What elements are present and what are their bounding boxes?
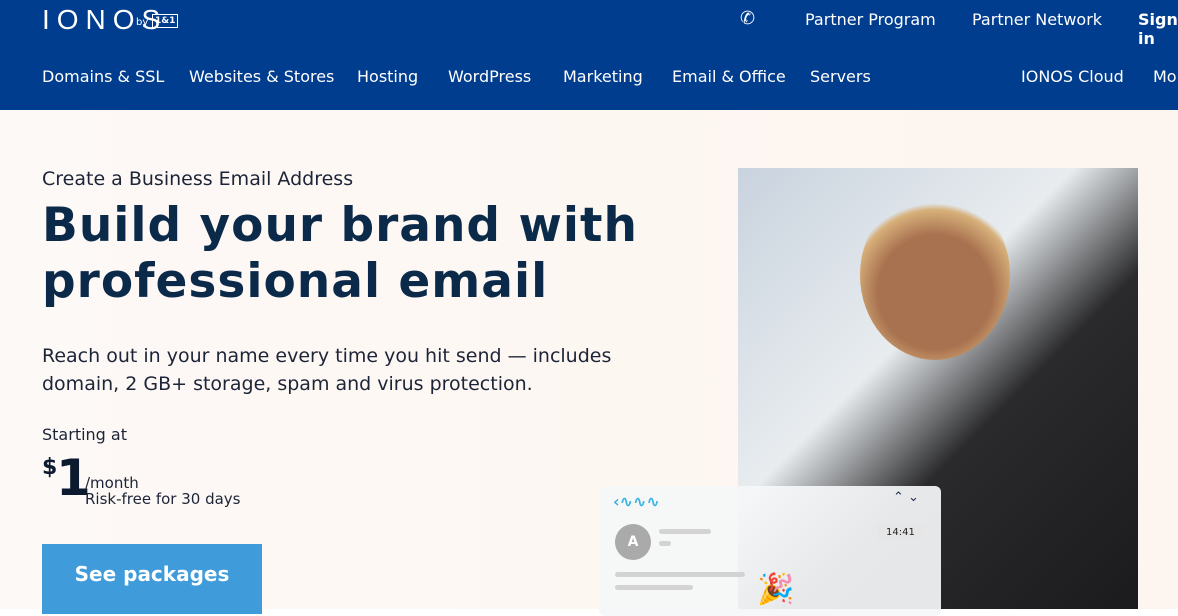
nav-hosting[interactable]: Hosting — [357, 67, 418, 86]
back-wave-icon: ‹∿∿∿ — [613, 492, 660, 511]
email-mockup-card: ‹∿∿∿ ⌃ ⌄ A 14:41 🎉 — [599, 486, 941, 616]
partner-network-link[interactable]: Partner Network — [972, 10, 1102, 29]
risk-free: Risk-free for 30 days — [85, 490, 241, 508]
nav-domains[interactable]: Domains & SSL — [42, 67, 164, 86]
nav-email-office[interactable]: Email & Office — [672, 67, 786, 86]
header: IONOS by 1&1 ✆ Partner Program Partner N… — [0, 0, 1178, 110]
nav-ionos-cloud[interactable]: IONOS Cloud — [1021, 67, 1124, 86]
party-popper-icon: 🎉 — [757, 572, 795, 607]
hero-photo-person — [860, 190, 1010, 360]
hero-title: Build your brand with professional email — [42, 198, 638, 309]
starting-at: Starting at — [42, 425, 127, 444]
see-packages-button[interactable]: See packages — [42, 544, 262, 614]
nav-more[interactable]: More — [1153, 67, 1178, 86]
phone-icon[interactable]: ✆ — [740, 8, 755, 29]
nav-marketing[interactable]: Marketing — [563, 67, 643, 86]
hero-subtitle: Create a Business Email Address — [42, 168, 354, 190]
partner-program-link[interactable]: Partner Program — [805, 10, 936, 29]
avatar: A — [615, 524, 651, 560]
nav-websites[interactable]: Websites & Stores — [189, 67, 334, 86]
sign-in-link[interactable]: Sign in — [1138, 10, 1178, 48]
nav-wordpress[interactable]: WordPress — [448, 67, 531, 86]
email-time: 14:41 — [877, 525, 924, 540]
up-down-arrows-icon: ⌃ ⌄ — [893, 490, 919, 505]
hero-description: Reach out in your name every time you hi… — [42, 345, 612, 395]
nav-servers[interactable]: Servers — [810, 67, 871, 86]
